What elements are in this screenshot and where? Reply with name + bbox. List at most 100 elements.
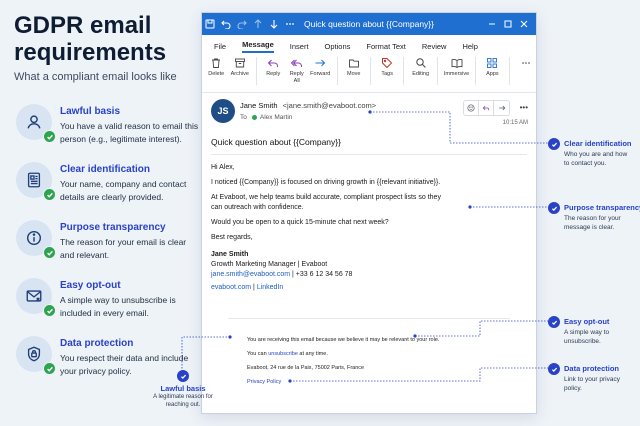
callout-title: Lawful basis	[160, 384, 206, 393]
ribbon-divider	[403, 57, 405, 85]
footer-reason: You are receiving this email because we …	[247, 337, 440, 343]
message-header: JS Jane Smith <jane.smith@evaboot.com> T…	[202, 93, 536, 137]
menu-options[interactable]: Options	[325, 42, 351, 53]
apps-button[interactable]: Apps	[482, 57, 503, 78]
menu-help[interactable]: Help	[462, 42, 477, 53]
more-icon[interactable]	[282, 13, 298, 35]
emoji-button[interactable]	[464, 101, 479, 115]
minimize-icon[interactable]	[484, 13, 500, 35]
ribbon-divider	[508, 57, 510, 85]
callout-title: Purpose transparency	[564, 203, 640, 212]
signature-role: Growth Marketing Manager | Evaboot	[211, 261, 328, 268]
maximize-icon[interactable]	[500, 13, 516, 35]
reply-button[interactable]: Reply	[263, 57, 284, 78]
website-link[interactable]: evaboot.com	[211, 284, 251, 291]
redo-icon[interactable]	[234, 13, 250, 35]
close-icon[interactable]	[516, 13, 532, 35]
recipient-name[interactable]: Alex Martin	[260, 114, 293, 121]
window-titlebar: Quick question about {{Company}}	[202, 13, 536, 35]
avatar: JS	[211, 99, 235, 123]
requirement-easy-opt-out: Easy opt-out A simple way to unsubscribe…	[14, 278, 199, 336]
menu-format-text[interactable]: Format Text	[366, 42, 405, 53]
apps-icon	[487, 58, 498, 68]
reader-icon	[451, 59, 462, 69]
smiley-icon	[467, 104, 475, 112]
signature-email-link[interactable]: jane.smith@evaboot.com	[211, 271, 290, 278]
closing: Best regards,	[211, 234, 253, 241]
more-icon	[522, 62, 530, 64]
arrow-up-icon[interactable]	[250, 13, 266, 35]
quick-reply-button[interactable]	[479, 101, 494, 115]
menu-review[interactable]: Review	[422, 42, 447, 53]
privacy-policy-link[interactable]: Privacy Policy	[247, 378, 507, 386]
footer-address: Evaboot, 24 rue de la Paix, 75002 Paris,…	[247, 365, 365, 371]
tags-label: Tags	[381, 71, 393, 77]
unsub-suffix: at any time.	[297, 351, 328, 357]
reply-icon	[482, 105, 490, 111]
message-more-icon[interactable]: •••	[520, 103, 528, 112]
message-time: 10:15 AM	[502, 120, 528, 126]
immersive-button[interactable]: Immersive	[444, 57, 469, 78]
person-icon	[16, 104, 56, 143]
forward-button[interactable]: Forward	[310, 57, 331, 78]
trash-icon	[212, 58, 221, 68]
menu-message[interactable]: Message	[242, 40, 274, 53]
check-icon	[43, 246, 56, 259]
footer-divider	[228, 318, 510, 319]
body-paragraph-2: At Evaboot, we help teams build accurate…	[211, 194, 441, 211]
search-icon	[415, 58, 426, 68]
menu-insert[interactable]: Insert	[290, 42, 309, 53]
callout-desc: Who you are and how to contact you.	[564, 151, 628, 167]
reply-all-label: Reply All	[289, 71, 304, 84]
delete-button[interactable]: Delete	[206, 57, 227, 78]
signature-name: Jane Smith	[211, 251, 249, 258]
presence-dot	[251, 115, 257, 120]
requirements-list: Lawful basis You have a valid reason to …	[14, 104, 199, 394]
save-icon[interactable]	[202, 13, 218, 35]
reply-all-icon	[290, 59, 302, 67]
editing-button[interactable]: Editing	[410, 57, 431, 78]
requirement-desc: A simple way to unsubscribe is included …	[60, 295, 176, 318]
callout-title: Data protection	[564, 364, 620, 373]
ribbon-divider	[256, 57, 257, 85]
callout-title: Easy opt-out	[564, 317, 610, 326]
move-button[interactable]: Move	[343, 57, 364, 78]
editing-label: Editing	[412, 71, 430, 77]
requirement-title: Data protection	[60, 338, 134, 349]
move-label: Move	[346, 71, 361, 77]
requirement-lawful-basis: Lawful basis You have a valid reason to …	[14, 104, 199, 162]
ribbon-more-button[interactable]	[516, 57, 537, 71]
footer-unsubscribe-line: You can unsubscribe at any time.	[247, 350, 507, 358]
menu-file[interactable]: File	[214, 42, 226, 53]
requirement-desc: Your name, company and contact details a…	[60, 179, 187, 202]
callout-desc: A simple way to unsubscribe.	[564, 329, 610, 345]
archive-button[interactable]: Archive	[230, 57, 251, 78]
immersive-label: Immersive	[443, 71, 470, 77]
requirement-title: Purpose transparency	[60, 222, 166, 233]
subject-divider	[211, 154, 527, 155]
email-window: Quick question about {{Company}} File Me…	[201, 12, 537, 414]
page-title-line1: GDPR email	[14, 12, 152, 39]
message-actions	[463, 100, 510, 116]
ribbon-toolbar: Delete Archive Reply Reply All Forward M…	[202, 53, 536, 93]
sender-line: Jane Smith <jane.smith@evaboot.com>	[240, 101, 376, 110]
check-icon	[43, 188, 56, 201]
unsubscribe-link[interactable]: unsubscribe	[268, 351, 298, 357]
requirement-desc: You have a valid reason to email this pe…	[60, 121, 199, 144]
tags-button[interactable]: Tags	[377, 57, 398, 78]
check-icon	[43, 362, 56, 375]
check-icon	[548, 202, 560, 214]
check-icon	[43, 130, 56, 143]
callout-desc: The reason for your message is clear.	[564, 215, 621, 231]
sender-email[interactable]: <jane.smith@evaboot.com>	[283, 101, 377, 110]
recipient-line: To Alex Martin	[240, 114, 292, 121]
linkedin-link[interactable]: LinkedIn	[257, 284, 283, 291]
quick-forward-button[interactable]	[494, 101, 509, 115]
check-icon	[548, 316, 560, 328]
arrow-down-icon[interactable]	[266, 13, 282, 35]
info-icon	[16, 220, 56, 259]
body-paragraph-3: Would you be open to a quick 15-minute c…	[211, 219, 389, 226]
email-subject: Quick question about {{Company}}	[211, 137, 341, 147]
undo-icon[interactable]	[218, 13, 234, 35]
reply-all-button[interactable]: Reply All	[286, 57, 307, 84]
